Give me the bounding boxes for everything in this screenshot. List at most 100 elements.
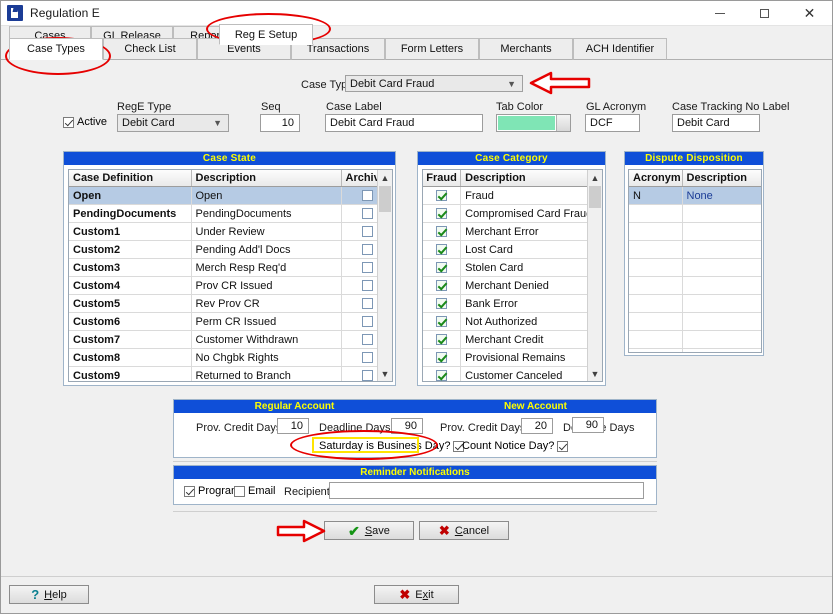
table-row[interactable]: Custom7 Customer Withdrawn: [69, 330, 392, 349]
reg-deadline-days-input[interactable]: 90: [391, 418, 423, 434]
maximize-icon[interactable]: [742, 1, 787, 26]
new-prov-credit-days-input[interactable]: 20: [521, 418, 553, 434]
archive-checkbox[interactable]: [362, 316, 373, 328]
fraud-checkbox[interactable]: [436, 370, 448, 381]
seq-input[interactable]: 10: [260, 114, 300, 132]
scroll-up-icon[interactable]: ▲: [588, 170, 602, 185]
scroll-down-icon[interactable]: ▼: [588, 366, 602, 381]
archive-checkbox[interactable]: [362, 226, 373, 238]
program-checkbox[interactable]: Program: [184, 485, 240, 497]
saturday-is-business-day-checkbox[interactable]: Saturday is Business Day?: [319, 440, 465, 452]
archive-checkbox[interactable]: [362, 370, 373, 381]
archive-checkbox[interactable]: [362, 352, 373, 364]
case-type-dropdown[interactable]: Debit Card Fraud ▼: [345, 75, 523, 92]
cell-fraud[interactable]: [423, 258, 462, 277]
cancel-button[interactable]: ✖ Cancel: [419, 521, 509, 540]
list-item[interactable]: Provisional Remains: [423, 348, 602, 367]
scrollbar-thumb[interactable]: [589, 186, 601, 208]
exit-button[interactable]: ✖ Exit: [374, 585, 459, 604]
tab-case-types[interactable]: Case Types: [9, 38, 103, 60]
table-row[interactable]: Custom2 Pending Add'l Docs: [69, 240, 392, 259]
table-row[interactable]: Custom4 Prov CR Issued: [69, 276, 392, 295]
checkbox-box[interactable]: [234, 485, 245, 497]
cell-fraud[interactable]: [423, 366, 462, 381]
table-row[interactable]: Custom5 Rev Prov CR: [69, 294, 392, 313]
archive-checkbox[interactable]: [362, 190, 373, 202]
fraud-checkbox[interactable]: [436, 334, 448, 346]
table-row[interactable]: Custom1 Under Review: [69, 222, 392, 241]
new-deadline-days-input[interactable]: 90: [572, 417, 604, 433]
rege-type-dropdown[interactable]: Debit Card ▼: [117, 114, 229, 132]
list-item[interactable]: Compromised Card Fraud: [423, 204, 602, 223]
cell-fraud[interactable]: [423, 204, 462, 223]
active-checkbox[interactable]: Active: [63, 116, 107, 128]
fraud-checkbox[interactable]: [436, 208, 448, 220]
table-row[interactable]: [629, 258, 761, 277]
table-row[interactable]: Custom3 Merch Resp Req'd: [69, 258, 392, 277]
table-row[interactable]: [629, 204, 761, 223]
table-row[interactable]: PendingDocuments PendingDocuments: [69, 204, 392, 223]
count-notice-day-checkbox[interactable]: Count Notice Day?: [462, 440, 569, 452]
table-row[interactable]: Custom9 Returned to Branch: [69, 366, 392, 381]
table-row[interactable]: Custom8 No Chgbk Rights: [69, 348, 392, 367]
tab-check-list[interactable]: Check List: [103, 38, 197, 60]
table-row[interactable]: Custom6 Perm CR Issued: [69, 312, 392, 331]
archive-checkbox[interactable]: [362, 208, 373, 220]
tab-merchants[interactable]: Merchants: [479, 38, 573, 60]
table-row[interactable]: [629, 240, 761, 259]
close-icon[interactable]: ✕: [787, 1, 832, 26]
table-row[interactable]: [629, 276, 761, 295]
gl-acronym-input[interactable]: DCF: [585, 114, 640, 132]
cell-fraud[interactable]: [423, 186, 462, 205]
list-item[interactable]: Not Authorized: [423, 312, 602, 331]
tab-form-letters[interactable]: Form Letters: [385, 38, 479, 60]
table-row[interactable]: N None: [629, 186, 761, 205]
table-row[interactable]: [629, 294, 761, 313]
case-category-grid[interactable]: Fraud Description Fraud Compromised Card…: [422, 169, 603, 382]
case-tracking-no-input[interactable]: Debit Card: [672, 114, 760, 132]
email-checkbox[interactable]: Email: [234, 485, 276, 497]
cell-fraud[interactable]: [423, 240, 462, 259]
list-item[interactable]: Lost Card: [423, 240, 602, 259]
table-row[interactable]: Open Open: [69, 186, 392, 205]
table-row[interactable]: [629, 348, 761, 352]
archive-checkbox[interactable]: [362, 298, 373, 310]
list-item[interactable]: Merchant Error: [423, 222, 602, 241]
fraud-checkbox[interactable]: [436, 190, 448, 202]
cell-fraud[interactable]: [423, 222, 462, 241]
tab-color-picker[interactable]: [496, 114, 571, 132]
fraud-checkbox[interactable]: [436, 280, 448, 292]
fraud-checkbox[interactable]: [436, 352, 448, 364]
case-state-grid[interactable]: Case Definition Description Archive Open…: [68, 169, 393, 382]
cell-fraud[interactable]: [423, 312, 462, 331]
fraud-checkbox[interactable]: [436, 262, 448, 274]
list-item[interactable]: Fraud: [423, 186, 602, 205]
fraud-checkbox[interactable]: [436, 226, 448, 238]
list-item[interactable]: Merchant Credit: [423, 330, 602, 349]
list-item[interactable]: Bank Error: [423, 294, 602, 313]
case-category-scrollbar[interactable]: ▲ ▼: [587, 170, 602, 381]
cell-fraud[interactable]: [423, 294, 462, 313]
cell-fraud[interactable]: [423, 330, 462, 349]
archive-checkbox[interactable]: [362, 280, 373, 292]
help-button[interactable]: ? Help: [9, 585, 89, 604]
fraud-checkbox[interactable]: [436, 298, 448, 310]
table-row[interactable]: [629, 330, 761, 349]
tab-color-button[interactable]: [556, 115, 570, 131]
scroll-down-icon[interactable]: ▼: [378, 366, 392, 381]
list-item[interactable]: Stolen Card: [423, 258, 602, 277]
tab-ach-identifier[interactable]: ACH Identifier: [573, 38, 667, 60]
archive-checkbox[interactable]: [362, 262, 373, 274]
scroll-up-icon[interactable]: ▲: [378, 170, 392, 185]
reg-prov-credit-days-input[interactable]: 10: [277, 418, 309, 434]
list-item[interactable]: Merchant Denied: [423, 276, 602, 295]
save-button[interactable]: ✔ Save: [324, 521, 414, 540]
checkbox-box[interactable]: [557, 440, 569, 452]
archive-checkbox[interactable]: [362, 244, 373, 256]
case-state-scrollbar[interactable]: ▲ ▼: [377, 170, 392, 381]
cell-fraud[interactable]: [423, 348, 462, 367]
list-item[interactable]: Customer Canceled: [423, 366, 602, 381]
cell-fraud[interactable]: [423, 276, 462, 295]
dispute-disposition-grid[interactable]: Acronym Description N None: [628, 169, 762, 353]
minimize-icon[interactable]: [697, 1, 742, 26]
